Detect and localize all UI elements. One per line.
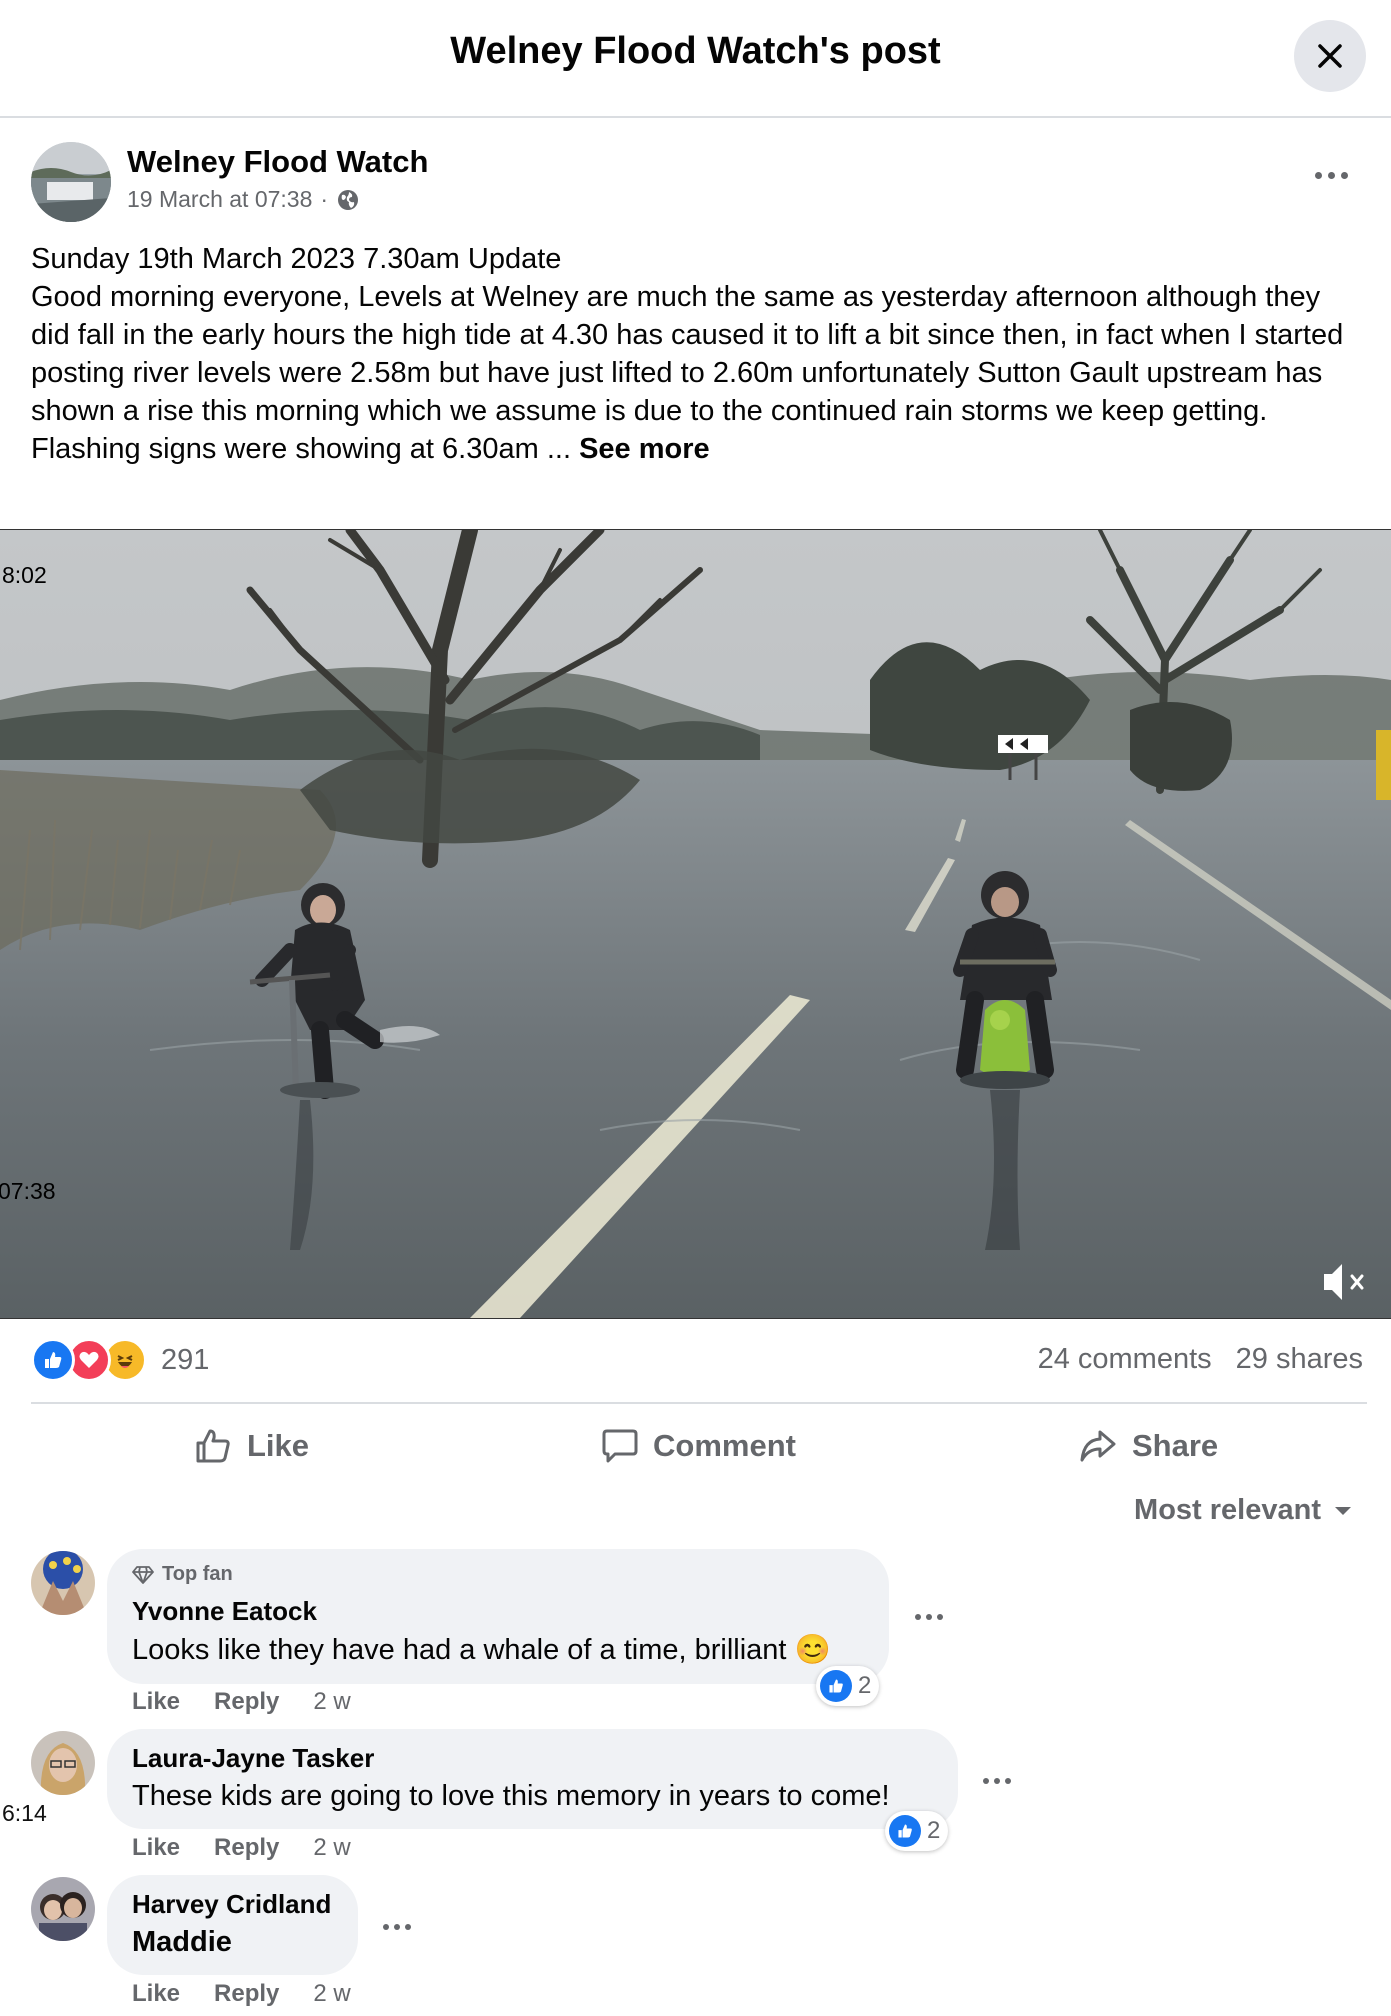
comment-text: Maddie <box>132 1926 232 1958</box>
page-name[interactable]: Welney Flood Watch <box>127 144 428 180</box>
commenter-avatar[interactable] <box>31 1877 95 1941</box>
post-body-text: Sunday 19th March 2023 7.30am Update Goo… <box>31 240 1361 468</box>
reaction-summary[interactable]: 291 <box>31 1338 209 1382</box>
share-button[interactable]: Share <box>1078 1420 1218 1472</box>
comment-like-link[interactable]: Like <box>132 1834 180 1862</box>
comment-reply-link[interactable]: Reply <box>214 1834 279 1862</box>
comment-options-button[interactable] <box>909 1607 949 1627</box>
comment-time[interactable]: 2 w <box>313 1980 350 2008</box>
like-button-label: Like <box>247 1428 310 1463</box>
shares-count-link[interactable]: 29 shares <box>1236 1343 1363 1376</box>
close-button[interactable] <box>1294 20 1366 92</box>
dialog-title: Welney Flood Watch's post <box>450 30 941 72</box>
share-button-label: Share <box>1132 1428 1219 1463</box>
side-timestamp: 6:14 <box>2 1800 47 1826</box>
comment-icon <box>602 1429 638 1463</box>
comment-actions: Like Reply 2 w <box>132 1834 351 1862</box>
video-timestamp-bottom: 07:38 <box>0 1178 56 1204</box>
like-button[interactable]: Like <box>193 1420 309 1472</box>
comment-text-content: Looks like they have had a whale of a ti… <box>132 1634 787 1666</box>
thumbs-up-icon <box>196 1429 230 1463</box>
post-options-button[interactable] <box>1306 160 1356 190</box>
comment-like-number: 2 <box>927 1817 941 1844</box>
diamond-icon <box>132 1565 154 1584</box>
comment-options-button[interactable] <box>977 1771 1017 1791</box>
comment-options-button[interactable] <box>377 1917 417 1937</box>
top-fan-label: Top fan <box>162 1563 233 1585</box>
close-icon <box>1318 44 1342 68</box>
comment-reply-link[interactable]: Reply <box>214 1980 279 2008</box>
comment-text: These kids are going to love this memory… <box>132 1780 890 1812</box>
commenter-avatar[interactable] <box>31 1731 95 1795</box>
smiling-emoji: 😊 <box>794 1634 831 1666</box>
engagement-counts: 24 comments 29 shares <box>1038 1343 1363 1376</box>
post-dialog-header: Welney Flood Watch's post <box>0 0 1391 118</box>
like-icon <box>889 1815 921 1847</box>
like-icon <box>31 1338 75 1382</box>
comment-like-count[interactable]: 2 <box>885 1811 949 1851</box>
post-text-line: Good morning everyone, Levels at Welney … <box>31 281 1344 427</box>
share-icon <box>1080 1430 1116 1462</box>
divider <box>31 1402 1367 1404</box>
top-fan-badge: Top fan <box>132 1563 233 1586</box>
comment-time[interactable]: 2 w <box>313 1834 350 1862</box>
comment-actions: Like Reply 2 w <box>132 1980 351 2008</box>
comment-button-label: Comment <box>653 1428 796 1463</box>
comment-reply-link[interactable]: Reply <box>214 1688 279 1716</box>
comment-like-link[interactable]: Like <box>132 1688 180 1716</box>
see-more-link[interactable]: See more <box>579 433 710 465</box>
post-date[interactable]: 19 March at 07:38 <box>127 186 312 213</box>
video-timestamp-top: 8:02 <box>2 562 47 588</box>
like-icon <box>820 1670 852 1702</box>
commenter-avatar[interactable] <box>31 1551 95 1615</box>
comment-like-link[interactable]: Like <box>132 1980 180 2008</box>
comment-text: Looks like they have had a whale of a ti… <box>132 1633 831 1667</box>
comments-count-link[interactable]: 24 comments <box>1038 1343 1212 1376</box>
sort-label: Most relevant <box>1134 1494 1321 1526</box>
meta-separator: · <box>320 186 329 212</box>
caret-down-icon <box>1335 1506 1351 1515</box>
post-video[interactable]: 8:02 07:38 <box>0 529 1391 1319</box>
reaction-count: 291 <box>161 1343 210 1376</box>
commenter-name[interactable]: Yvonne Eatock <box>132 1596 317 1627</box>
commenter-name[interactable]: Harvey Cridland <box>132 1889 331 1920</box>
comment-actions: Like Reply 2 w <box>132 1688 351 1716</box>
post-meta: 19 March at 07:38 · <box>127 186 360 213</box>
post-text-line: Sunday 19th March 2023 7.30am Update <box>31 243 562 275</box>
comment-like-number: 2 <box>858 1672 872 1699</box>
page-avatar[interactable] <box>31 142 111 222</box>
comment-sort-dropdown[interactable]: Most relevant <box>1134 1494 1353 1527</box>
comment-like-count[interactable]: 2 <box>816 1666 880 1706</box>
globe-icon <box>338 189 359 210</box>
post-last-line: Flashing signs were showing at 6.30am ..… <box>31 433 571 465</box>
commenter-name[interactable]: Laura-Jayne Tasker <box>132 1743 374 1774</box>
post-text-line: Flashing signs were showing at 6.30am ..… <box>31 430 1361 468</box>
comment-time[interactable]: 2 w <box>313 1688 350 1716</box>
comment-button[interactable]: Comment <box>601 1420 796 1472</box>
